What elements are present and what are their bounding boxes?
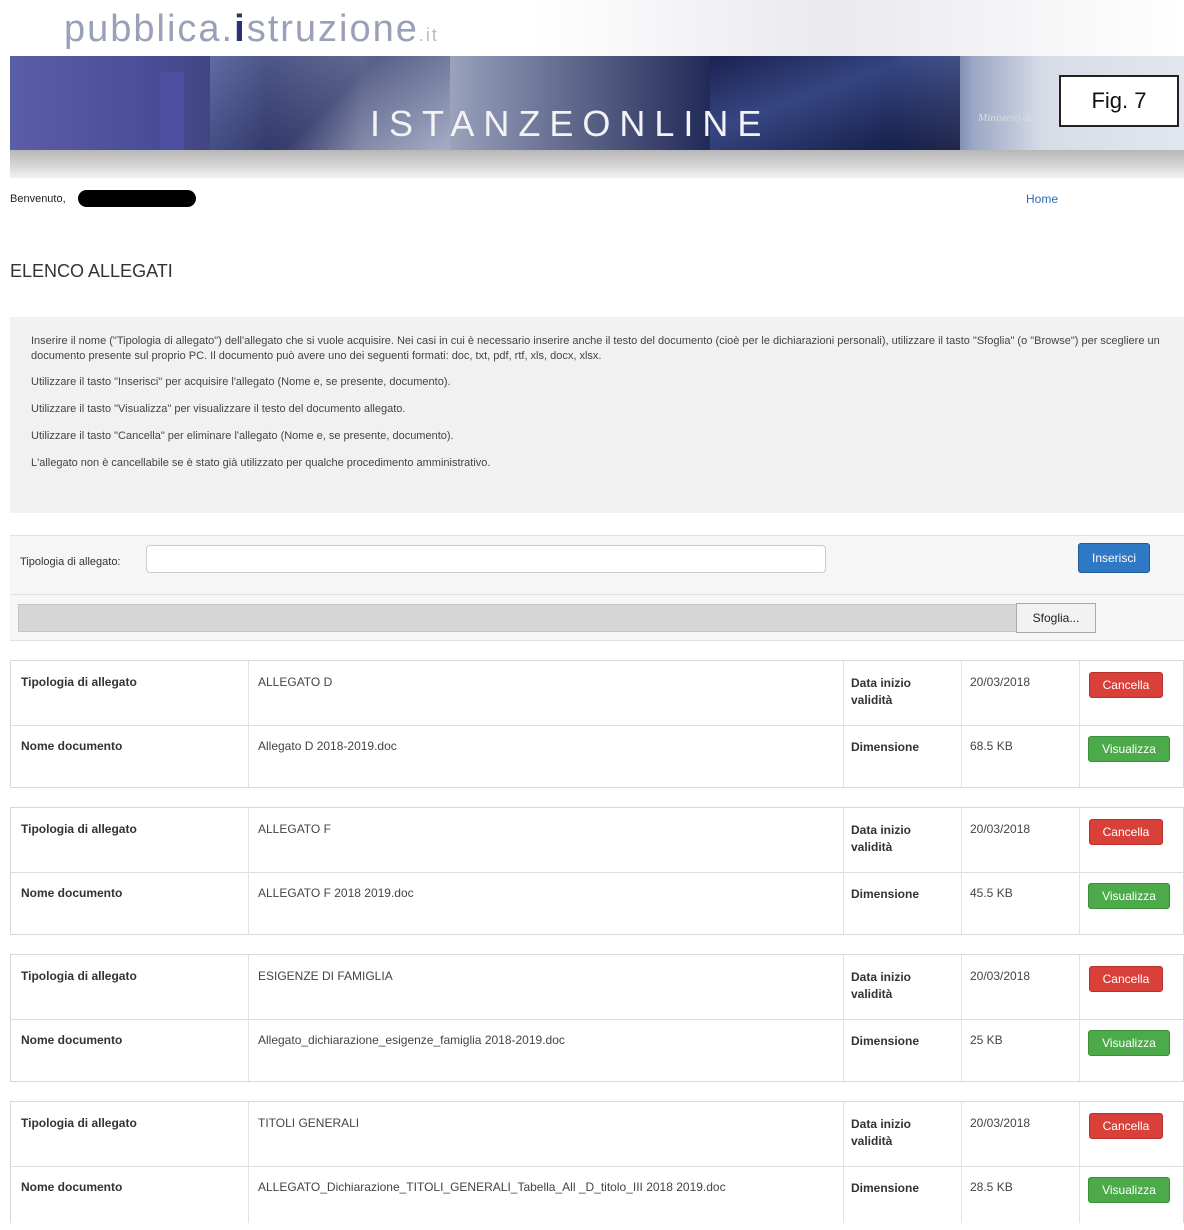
cancel-button[interactable]: Cancella [1089,672,1163,698]
logo-strip: pubblica.istruzione.it [0,0,1184,56]
attachment-row-tipologia: Tipologia di allegato ESIGENZE DI FAMIGL… [11,955,1183,1020]
home-link[interactable]: Home [1026,192,1058,206]
attachment-row-nome: Nome documento Allegato D 2018-2019.doc … [11,725,1183,789]
tipologia-label: Tipologia di allegato [21,969,137,983]
logo-text-1: pubblica. [64,8,235,50]
banner-stripe [160,72,184,152]
banner-bottom-bar [10,150,1184,178]
cancel-button[interactable]: Cancella [1089,966,1163,992]
tipologia-value: TITOLI GENERALI [258,1116,360,1130]
dimensione-label: Dimensione [851,887,920,901]
attachment-card: Tipologia di allegato ALLEGATO F Data in… [10,807,1184,935]
data-value: 20/03/2018 [970,1116,1031,1130]
instruction-text: Utilizzare il tasto "Inserisci" per acqu… [31,376,451,388]
attachment-row-nome: Nome documento Allegato_dichiarazione_es… [11,1019,1183,1083]
view-button[interactable]: Visualizza [1088,1177,1170,1203]
ministry-signature: Ministero del [978,112,1037,124]
tipologia-label: Tipologia di allegato: [20,556,121,568]
insert-form: Tipologia di allegato: Inserisci Sfoglia… [10,535,1184,641]
attachment-row-tipologia: Tipologia di allegato ALLEGATO F Data in… [11,808,1183,873]
column-divider [961,955,962,1081]
nome-value: ALLEGATO_Dichiarazione_TITOLI_GENERALI_T… [258,1180,726,1194]
data-label: Data inizio validità [851,1117,912,1148]
column-divider [1079,1102,1080,1223]
figure-label: Fig. 7 [1059,75,1179,127]
dimensione-label: Dimensione [851,1181,920,1195]
nome-label: Nome documento [21,1033,123,1047]
data-value: 20/03/2018 [970,969,1031,983]
column-divider [1079,808,1080,934]
logo-it: .it [418,25,439,45]
tipologia-label: Tipologia di allegato [21,822,137,836]
attachment-row-tipologia: Tipologia di allegato TITOLI GENERALI Da… [11,1102,1183,1167]
dimensione-value: 25 KB [970,1033,1003,1047]
header-banner: ISTANZEONLINE Ministero del [10,56,1184,152]
nome-value: Allegato D 2018-2019.doc [258,739,397,753]
data-label: Data inizio validità [851,676,912,707]
nome-label: Nome documento [21,1180,123,1194]
page-title: ELENCO ALLEGATI [10,261,173,281]
cancel-button[interactable]: Cancella [1089,819,1163,845]
attachment-row-tipologia: Tipologia di allegato ALLEGATO D Data in… [11,661,1183,726]
data-label: Data inizio validità [851,823,912,854]
file-path-field[interactable] [18,604,1018,632]
tipologia-value: ESIGENZE DI FAMIGLIA [258,969,393,983]
nome-value: ALLEGATO F 2018 2019.doc [258,886,414,900]
attachment-card: Tipologia di allegato ESIGENZE DI FAMIGL… [10,954,1184,1082]
attachment-row-nome: Nome documento ALLEGATO_Dichiarazione_TI… [11,1166,1183,1230]
browse-button[interactable]: Sfoglia... [1016,603,1096,633]
cancel-button[interactable]: Cancella [1089,1113,1163,1139]
column-divider [961,661,962,787]
nome-label: Nome documento [21,886,123,900]
welcome-text: Benvenuto, [10,193,66,205]
form-divider [10,594,1184,595]
site-logo[interactable]: pubblica.istruzione.it [64,8,439,51]
view-button[interactable]: Visualizza [1088,1030,1170,1056]
view-button[interactable]: Visualizza [1088,883,1170,909]
instruction-text: L'allegato non è cancellabile se è stato… [31,457,491,469]
instruction-text: Utilizzare il tasto "Visualizza" per vis… [31,403,406,415]
column-divider [843,808,844,934]
redacted-username [78,190,196,207]
data-label: Data inizio validità [851,970,912,1001]
dimensione-value: 45.5 KB [970,886,1013,900]
attachment-row-nome: Nome documento ALLEGATO F 2018 2019.doc … [11,872,1183,936]
nome-value: Allegato_dichiarazione_esigenze_famiglia… [258,1033,565,1047]
attachment-card: Tipologia di allegato ALLEGATO D Data in… [10,660,1184,788]
logo-text-2: struzione [246,8,419,50]
column-divider [843,955,844,1081]
banner-title: ISTANZEONLINE [370,103,771,144]
tipologia-label: Tipologia di allegato [21,1116,137,1130]
tipologia-value: ALLEGATO F [258,822,331,836]
tipologia-input[interactable] [146,545,826,573]
column-divider [1079,955,1080,1081]
dimensione-value: 28.5 KB [970,1180,1013,1194]
column-divider [1079,661,1080,787]
column-divider [843,661,844,787]
column-divider [248,1102,249,1223]
column-divider [248,808,249,934]
insert-button[interactable]: Inserisci [1078,543,1150,573]
data-value: 20/03/2018 [970,675,1031,689]
attachment-card: Tipologia di allegato TITOLI GENERALI Da… [10,1101,1184,1223]
tipologia-label: Tipologia di allegato [21,675,137,689]
data-value: 20/03/2018 [970,822,1031,836]
dimensione-value: 68.5 KB [970,739,1013,753]
column-divider [248,661,249,787]
column-divider [961,808,962,934]
dimensione-label: Dimensione [851,1034,920,1048]
column-divider [248,955,249,1081]
tipologia-value: ALLEGATO D [258,675,333,689]
column-divider [961,1102,962,1223]
instruction-text: Utilizzare il tasto "Cancella" per elimi… [31,430,454,442]
logo-i: i [234,8,247,50]
view-button[interactable]: Visualizza [1088,736,1170,762]
dimensione-label: Dimensione [851,740,920,754]
instructions-panel: Inserire il nome ("Tipologia di allegato… [10,317,1184,513]
column-divider [843,1102,844,1223]
instruction-text: Inserire il nome ("Tipologia di allegato… [31,335,1160,362]
nome-label: Nome documento [21,739,123,753]
